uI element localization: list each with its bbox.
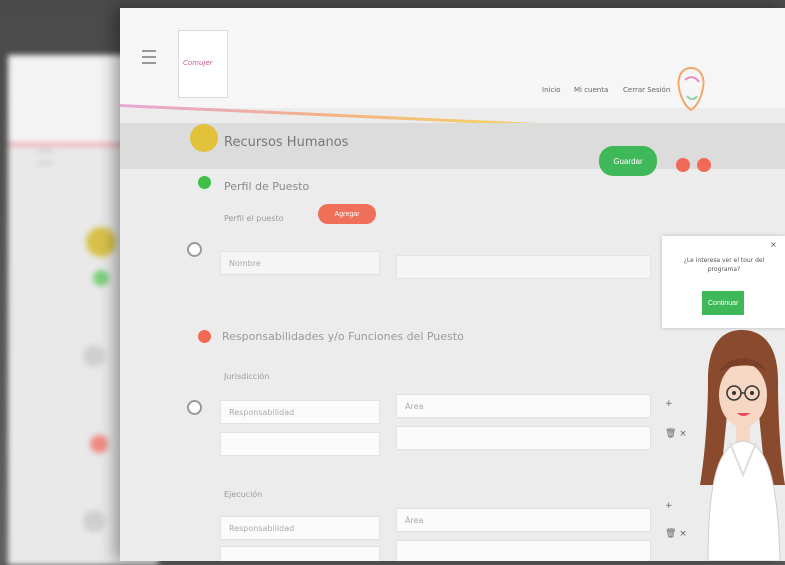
section-indicator (190, 124, 218, 152)
perfil-field-label: Perfil el puesto (224, 214, 284, 223)
delete-row-icon[interactable]: 🗑 × (665, 429, 687, 439)
responsabilidades-status-dot (198, 330, 211, 343)
perfil-detail-input[interactable] (396, 255, 651, 279)
section-title: Recursos Humanos (224, 135, 349, 150)
area-input-1[interactable]: Área (396, 394, 651, 418)
responsabilidad-input-4[interactable] (220, 546, 380, 561)
logo-text: Comujer (183, 59, 213, 67)
responsabilidades-title: Responsabilidades y/o Funciones del Pues… (222, 330, 464, 343)
popup-message: ¿Le interesa ver el tour del programa? (683, 257, 765, 273)
add-row-icon[interactable]: + (665, 501, 673, 511)
perfil-status-dot (198, 176, 211, 189)
area-input-4[interactable] (396, 540, 651, 561)
delete-row-icon[interactable]: 🗑 × (665, 529, 687, 539)
nombre-input[interactable]: Nombre (220, 251, 380, 275)
area-input-2[interactable] (396, 426, 651, 450)
nav-home[interactable]: Inicio (542, 86, 561, 94)
info-icon[interactable] (187, 242, 202, 257)
add-button[interactable]: Agregar (318, 204, 376, 224)
nav-logout[interactable]: Cerrar Sesión (623, 86, 670, 94)
nav-account[interactable]: Mi cuenta (574, 86, 608, 94)
info-icon[interactable] (187, 400, 202, 415)
continue-button[interactable]: Continuar (702, 291, 744, 315)
add-row-icon[interactable]: + (665, 399, 673, 409)
responsabilidad-input-2[interactable] (220, 432, 380, 456)
assistant-character-illustration (700, 330, 785, 561)
user-avatar[interactable] (675, 66, 707, 118)
action-circle-2[interactable] (697, 158, 711, 172)
action-circle-1[interactable] (676, 158, 690, 172)
save-button[interactable]: Guardar (599, 146, 657, 176)
group1-label: Jurisdicción (224, 372, 270, 381)
responsabilidad-input-3[interactable]: Responsabilidad (220, 516, 380, 540)
tour-popup: × ¿Le interesa ver el tour del programa?… (662, 236, 785, 328)
perfil-title: Perfil de Puesto (224, 180, 310, 193)
group2-label: Ejecución (224, 490, 263, 499)
close-icon[interactable]: × (770, 240, 777, 249)
app-window: Comujer Inicio Mi cuenta Cerrar Sesión R… (120, 8, 785, 561)
logo: Comujer (178, 30, 228, 98)
responsabilidad-input-1[interactable]: Responsabilidad (220, 400, 380, 424)
menu-icon[interactable] (142, 50, 156, 64)
area-input-3[interactable]: Área (396, 508, 651, 532)
